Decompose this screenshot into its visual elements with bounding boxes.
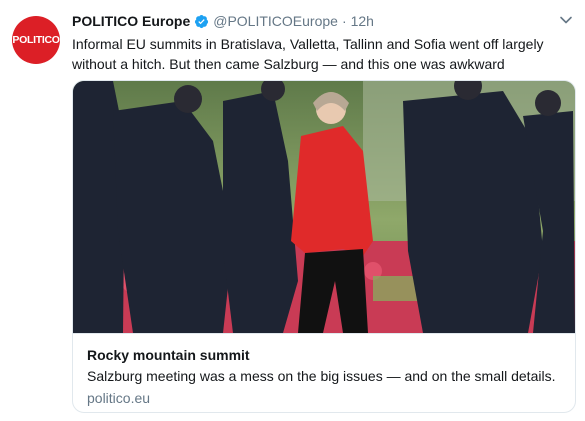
verified-badge-icon — [195, 14, 209, 28]
tweet[interactable]: POLITICO POLITICO Europe @POLITICOEurope… — [0, 0, 585, 421]
display-name[interactable]: POLITICO Europe — [72, 13, 190, 29]
tweet-text: Informal EU summits in Bratislava, Valle… — [72, 36, 544, 72]
separator-dot: · — [341, 13, 347, 29]
card-title[interactable]: Rocky mountain summit — [87, 347, 250, 363]
chevron-down-icon[interactable] — [559, 13, 573, 27]
avatar-logo-text: POLITICO — [12, 34, 60, 46]
handle[interactable]: @POLITICOEurope — [213, 13, 338, 29]
tweet-header: POLITICO Europe @POLITICOEurope · 12h — [72, 13, 374, 29]
card-image — [73, 81, 575, 333]
avatar[interactable]: POLITICO — [12, 16, 60, 64]
card-domain[interactable]: politico.eu — [87, 390, 150, 406]
card-info[interactable]: Rocky mountain summit Salzburg meeting w… — [73, 333, 575, 412]
link-card[interactable]: Rocky mountain summit Salzburg meeting w… — [72, 80, 576, 413]
timestamp[interactable]: 12h — [351, 13, 374, 29]
card-description: Salzburg meeting was a mess on the big i… — [87, 368, 556, 384]
